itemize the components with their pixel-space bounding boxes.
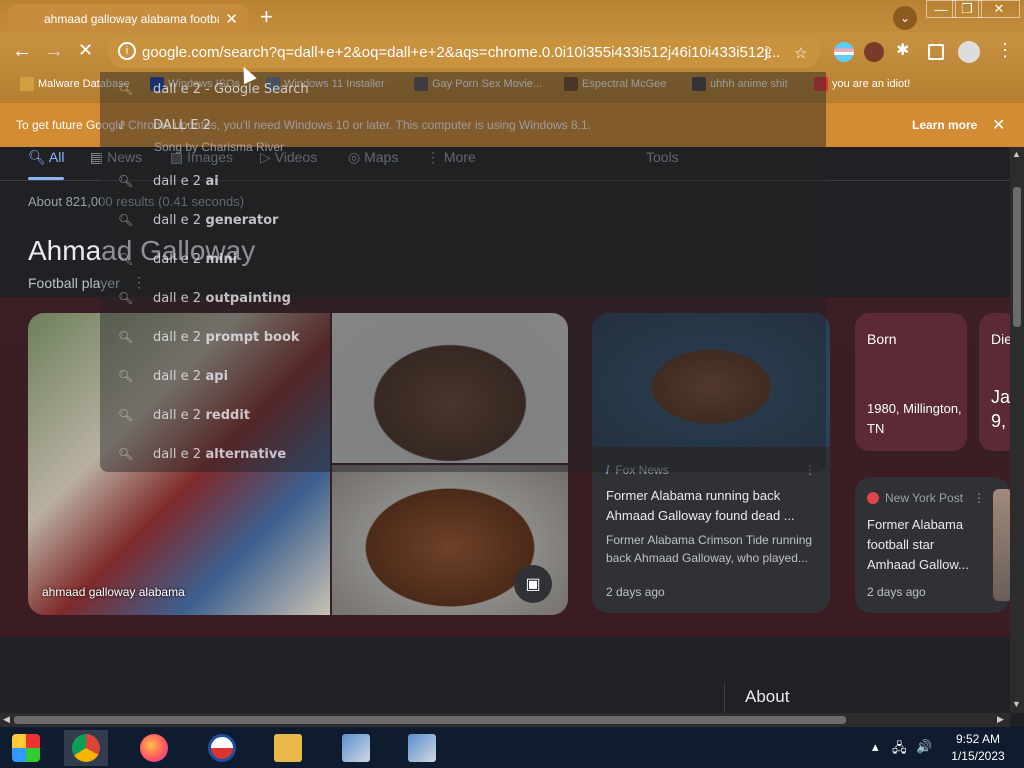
- search-icon: 🔍︎: [118, 447, 134, 461]
- chrome-icon: [72, 734, 100, 762]
- taskbar-app[interactable]: [266, 730, 310, 766]
- about-divider: [724, 683, 725, 713]
- news-date: 2 days ago: [867, 585, 926, 599]
- news-thumbnail: [993, 489, 1010, 601]
- vertical-scrollbar[interactable]: ▲ ▼: [1010, 147, 1024, 713]
- address-bar[interactable]: i google.com/search?q=dall+e+2&oq=dall+e…: [108, 36, 820, 68]
- extension-avatar-icon[interactable]: [864, 42, 884, 62]
- scroll-left-icon[interactable]: ◀: [3, 714, 10, 725]
- music-note-icon: ♪: [118, 118, 126, 132]
- taskbar-app[interactable]: [400, 730, 444, 766]
- stop-loading-button[interactable]: ✕: [78, 40, 93, 61]
- taskbar: ▴ 🖧 🔊 9:52 AM 1/15/2023: [0, 727, 1024, 768]
- taskbar-app[interactable]: [334, 730, 378, 766]
- scroll-down-icon[interactable]: ▼: [1012, 699, 1021, 709]
- close-window-button[interactable]: ✕: [978, 0, 1020, 18]
- close-tab-icon[interactable]: ✕: [225, 10, 238, 28]
- bookmark-favicon-icon: [20, 77, 34, 91]
- search-icon: 🔍︎: [118, 213, 134, 227]
- scroll-thumb[interactable]: [14, 716, 846, 724]
- horizontal-scrollbar[interactable]: ◀ ▶: [0, 713, 1010, 727]
- fact-value: Ja 9,: [991, 387, 1010, 431]
- fact-card-died[interactable]: Die Ja 9,: [979, 313, 1010, 451]
- news-description: Former Alabama Crimson Tide running back…: [606, 533, 813, 565]
- search-icon: 🔍︎: [118, 330, 134, 344]
- new-tab-button[interactable]: +: [260, 4, 273, 30]
- tab-all[interactable]: 🔍︎ All: [28, 149, 64, 166]
- side-panel-icon[interactable]: [928, 44, 944, 60]
- back-button[interactable]: ←: [12, 40, 32, 63]
- search-icon: 🔍︎: [118, 252, 134, 266]
- search-icon: 🔍︎: [118, 174, 134, 188]
- news-headline: Former Alabama football star Amhaad Gall…: [867, 517, 969, 572]
- learn-more-link[interactable]: Learn more: [912, 118, 977, 132]
- site-info-icon[interactable]: i: [118, 42, 136, 60]
- nypost-logo-icon: [867, 492, 879, 504]
- omnibox-suggestions: 🔍︎ dall e 2 - Google Search ♪ DALL·E 2 Son…: [100, 72, 826, 472]
- search-icon: 🔍︎: [118, 291, 134, 305]
- profile-icon[interactable]: [958, 41, 980, 63]
- news-card[interactable]: New York Post ⋮ Former Alabama football …: [855, 477, 1010, 613]
- bookmark-item[interactable]: you are an idiot!: [814, 77, 910, 91]
- about-heading: About: [745, 687, 790, 706]
- file-explorer-icon: [274, 734, 302, 762]
- suggestion-subline: Song by Charisma River: [154, 140, 285, 154]
- chrome-menu-icon[interactable]: ⋮: [996, 40, 1014, 61]
- fact-card-born[interactable]: Born 1980, Millington, TN: [855, 313, 967, 451]
- search-icon: 🔍︎: [118, 408, 134, 422]
- firefox-icon: [140, 734, 168, 762]
- scroll-right-icon[interactable]: ▶: [997, 714, 1004, 725]
- taskbar-app[interactable]: [4, 730, 48, 766]
- scroll-up-icon[interactable]: ▲: [1012, 149, 1021, 159]
- network-icon[interactable]: 🖧: [892, 739, 907, 761]
- clock-date: 1/15/2023: [951, 749, 1005, 763]
- search-icon: 🔍︎: [118, 82, 134, 96]
- tray-expand-icon[interactable]: ▴: [872, 739, 879, 755]
- taskbar-app[interactable]: [64, 730, 108, 766]
- system-clock[interactable]: 9:52 AM 1/15/2023: [946, 731, 1010, 765]
- forward-button[interactable]: →: [44, 40, 64, 63]
- fact-label: Die: [991, 331, 1010, 347]
- share-icon[interactable]: ⇪: [762, 44, 775, 62]
- bookmark-star-icon[interactable]: ☆: [794, 44, 807, 62]
- start-app-icon: [12, 734, 40, 762]
- tab-search-icon[interactable]: ⌄: [893, 6, 917, 30]
- volume-icon[interactable]: 🔊: [916, 739, 932, 755]
- close-infobar-icon[interactable]: ✕: [992, 115, 1005, 135]
- more-vert-icon[interactable]: ⋮: [973, 491, 985, 505]
- news-date: 2 days ago: [606, 585, 665, 599]
- clock-time: 9:52 AM: [955, 732, 1001, 746]
- taskbar-app[interactable]: [132, 730, 176, 766]
- search-icon: 🔍︎: [28, 149, 49, 165]
- search-icon: 🔍︎: [118, 369, 134, 383]
- extensions-puzzle-icon[interactable]: ✱: [896, 40, 916, 60]
- more-images-icon[interactable]: ▣: [514, 565, 552, 603]
- scroll-thumb[interactable]: [1013, 187, 1021, 327]
- fact-value: 1980, Millington, TN: [867, 401, 962, 436]
- obama-logo-icon: [208, 734, 236, 762]
- taskbar-app[interactable]: [200, 730, 244, 766]
- installer-icon: [408, 734, 436, 762]
- news-headline: Former Alabama running back Ahmaad Gallo…: [606, 488, 795, 523]
- image-caption: ahmaad galloway alabama: [42, 585, 185, 599]
- extension-flag-icon[interactable]: [834, 42, 854, 62]
- browser-tab[interactable]: ahmaad galloway alabama football ✕: [8, 4, 248, 34]
- installer-icon: [342, 734, 370, 762]
- url-text: google.com/search?q=dall+e+2&oq=dall+e+2…: [142, 43, 781, 61]
- news-source: New York Post: [867, 491, 963, 505]
- fact-label: Born: [867, 331, 897, 347]
- tab-title: ahmaad galloway alabama football: [44, 12, 219, 26]
